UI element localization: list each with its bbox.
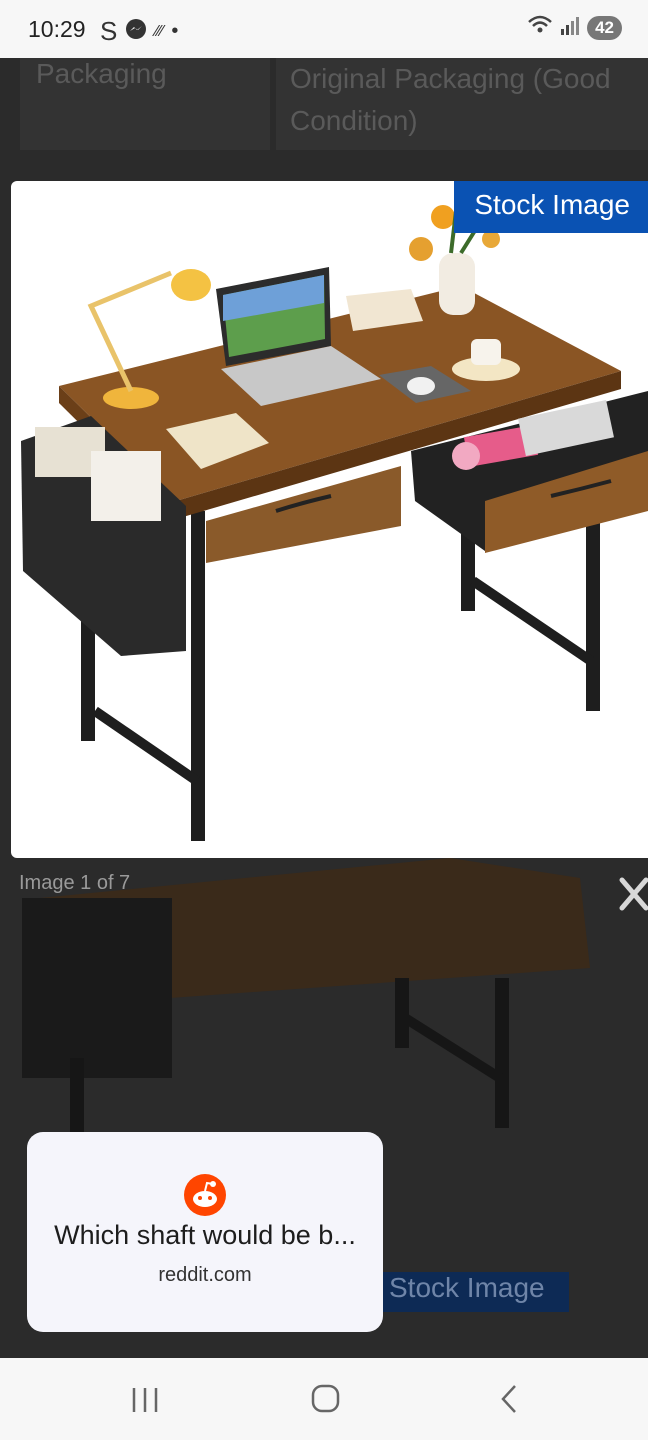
wifi-icon: [527, 14, 553, 41]
link-preview-toast[interactable]: Which shaft would be b... reddit.com: [27, 1132, 383, 1332]
status-bar: 10:29 S ⁄⁄⁄ • 42: [0, 0, 648, 58]
notification-icons: S ⁄⁄⁄ •: [100, 16, 178, 47]
signal-icon: [561, 15, 580, 40]
status-time: 10:29: [28, 16, 86, 42]
recents-icon: [132, 1388, 158, 1412]
toast-title: Which shaft would be b...: [54, 1220, 356, 1250]
battery-badge: 42: [587, 15, 622, 40]
back-icon: [501, 1385, 516, 1413]
back-button[interactable]: [485, 1378, 535, 1420]
spec-label: Packaging: [20, 58, 270, 150]
home-button[interactable]: [300, 1378, 350, 1420]
s-app-icon: S: [100, 16, 118, 46]
stock-image-tag: Stock Image: [454, 181, 648, 233]
navigation-bar: [0, 1358, 648, 1440]
messenger-icon: [125, 18, 147, 46]
image-viewer[interactable]: Stock Image: [11, 181, 648, 858]
spec-value: Original Packaging (Good Condition): [276, 58, 648, 150]
wifi-calling-icon: ⁄⁄⁄: [155, 22, 164, 40]
home-icon: [311, 1384, 340, 1413]
reddit-icon: [184, 1174, 226, 1216]
recents-button[interactable]: [120, 1380, 170, 1420]
desk-image: [21, 205, 648, 841]
background-stock-tag: Stock Image: [383, 1272, 569, 1312]
dot-icon: •: [171, 20, 179, 42]
toast-domain: reddit.com: [158, 1264, 252, 1286]
spec-row: Packaging Original Packaging (Good Condi…: [0, 58, 648, 150]
status-right: 42: [527, 14, 622, 41]
